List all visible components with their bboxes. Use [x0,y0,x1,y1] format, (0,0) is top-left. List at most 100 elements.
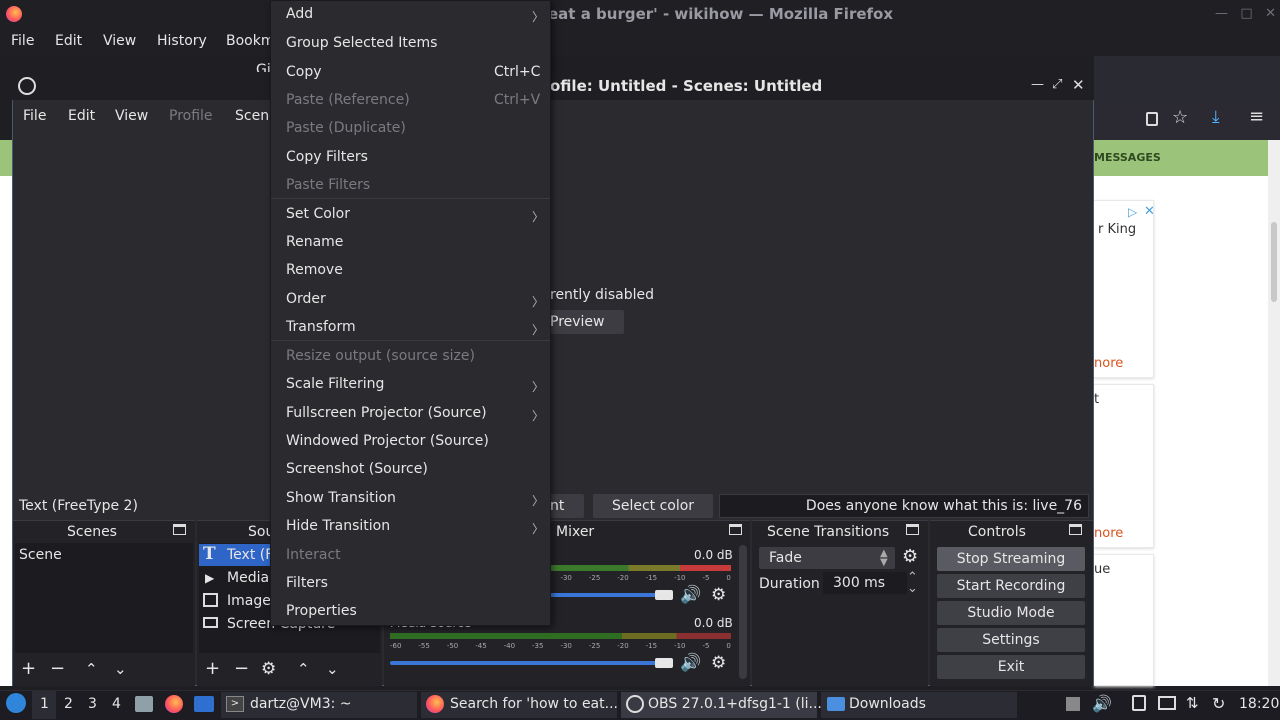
menu-item-scale-filtering[interactable]: Scale Filtering [286,376,384,392]
workspace-4[interactable]: 4 [112,696,121,712]
move-scene-down-icon[interactable]: ⌄ [114,660,127,678]
menu-item-add[interactable]: Add [286,6,313,22]
remove-source-button[interactable]: − [234,658,249,679]
ff-menu-history[interactable]: History [157,33,207,49]
menu-item-copy[interactable]: Copy [286,64,322,80]
obs-menu-edit[interactable]: Edit [68,108,95,124]
menu-item-resize-output[interactable]: Resize output (source size) [286,348,475,364]
source-properties-gear-icon[interactable]: ⚙ [261,659,276,679]
source-item-image[interactable]: Image [227,593,271,609]
stop-streaming-button[interactable]: Stop Streaming [937,547,1085,571]
firefox-launcher-icon[interactable] [165,695,183,713]
move-scene-up-icon[interactable]: ⌃ [85,660,98,678]
transition-select[interactable]: Fade [759,547,895,569]
menu-item-copy-filters[interactable]: Copy Filters [286,149,368,165]
menu-item-remove[interactable]: Remove [286,262,343,278]
start-recording-button[interactable]: Start Recording [937,574,1085,598]
select-color-button[interactable]: Select color [593,494,713,518]
minimize-icon[interactable]: — [1215,6,1228,21]
transition-properties-gear-icon[interactable]: ⚙ [902,546,918,567]
ff-menu-file[interactable]: File [11,33,34,49]
add-source-button[interactable]: + [205,658,220,679]
ff-menu-edit[interactable]: Edit [55,33,82,49]
display-icon[interactable] [1158,696,1176,710]
close-icon[interactable]: ✕ [1265,6,1276,21]
obs-menu-file[interactable]: File [23,108,46,124]
ad-close-icon[interactable]: ✕ [1144,204,1155,219]
reader-view-icon[interactable] [1146,112,1158,126]
tray-usb-icon[interactable] [1066,697,1080,711]
obs-menu-view[interactable]: View [115,108,148,124]
move-source-up-icon[interactable]: ⌃ [297,660,310,678]
volume-icon[interactable]: 🔊 [1092,694,1112,713]
desktop-launcher-icon[interactable] [194,696,214,712]
messages-label[interactable]: MESSAGES [1094,151,1161,164]
mixer-scrollbar[interactable] [739,545,747,679]
text-value-field[interactable]: Does anyone know what this is: live_76 [719,494,1089,518]
bookmark-star-icon[interactable]: ☆ [1172,107,1188,128]
folder-icon [827,697,845,711]
download-icon[interactable]: ⤓ [1212,107,1220,127]
track-1-gear-icon[interactable]: ⚙ [711,585,726,605]
enable-preview-button[interactable]: Preview [540,310,624,334]
transitions-float-icon[interactable] [906,524,919,535]
add-scene-button[interactable]: + [21,658,36,679]
ff-menu-view[interactable]: View [103,33,136,49]
mixer-float-icon[interactable] [729,524,742,535]
ff-menu-bookmarks[interactable]: Bookm [226,33,274,49]
file-manager-launcher-icon[interactable] [135,696,153,712]
exit-button[interactable]: Exit [937,655,1085,679]
menu-item-order[interactable]: Order [286,291,326,307]
menu-item-show-transition[interactable]: Show Transition [286,490,396,506]
menu-item-windowed-projector[interactable]: Windowed Projector (Source) [286,433,489,449]
read-more-link-2[interactable]: nore [1094,526,1123,541]
duration-spinbox[interactable]: 300 ms [823,572,907,594]
start-menu-icon[interactable] [6,693,26,713]
controls-float-icon[interactable] [1069,524,1082,535]
settings-button[interactable]: Settings [937,628,1085,652]
read-more-link-1[interactable]: nore [1094,356,1123,371]
studio-mode-button[interactable]: Studio Mode [937,601,1085,625]
speaker-icon[interactable]: 🔊 [680,585,701,605]
menu-item-set-color[interactable]: Set Color [286,206,350,222]
track-2-gear-icon[interactable]: ⚙ [711,653,726,673]
move-source-down-icon[interactable]: ⌄ [326,660,339,678]
menu-item-hide-transition[interactable]: Hide Transition [286,518,390,534]
remove-scene-button[interactable]: − [50,658,65,679]
source-item-media[interactable]: Media [227,570,269,586]
menu-item-fullscreen-projector[interactable]: Fullscreen Projector (Source) [286,405,487,421]
ad-choices-icon[interactable]: ▷ [1128,205,1137,219]
menu-item-filters[interactable]: Filters [286,575,328,591]
update-icon[interactable]: ↻ [1212,694,1225,713]
menu-item-paste-reference[interactable]: Paste (Reference) [286,92,410,108]
menu-item-screenshot[interactable]: Screenshot (Source) [286,461,428,477]
volume-slider-1-handle[interactable] [655,590,673,600]
obs-menu-profile[interactable]: Profile [169,108,213,124]
menu-item-interact[interactable]: Interact [286,547,341,563]
hamburger-menu-icon[interactable]: ≡ [1249,106,1264,127]
restore-icon[interactable]: □ [1240,6,1252,21]
network-icon[interactable]: ⇅ [1186,694,1199,712]
obs-maximize-icon[interactable]: ⤢ [1052,77,1062,92]
menu-item-properties[interactable]: Properties [286,603,357,619]
scene-item[interactable]: Scene [19,547,62,563]
obs-close-icon[interactable]: ✕ [1072,76,1085,94]
obs-minimize-icon[interactable]: — [1031,77,1044,92]
menu-item-transform[interactable]: Transform [286,319,356,335]
clipboard-icon[interactable] [1132,695,1146,711]
volume-slider-2-handle[interactable] [655,658,673,668]
source-item-text[interactable]: Text (F [227,547,273,563]
speaker-icon[interactable]: 🔊 [680,653,701,673]
workspace-2[interactable]: 2 [64,696,73,712]
menu-item-group-selected[interactable]: Group Selected Items [286,35,437,51]
spin-arrows-icon[interactable]: ⌃ ⌄ [907,571,918,595]
menu-item-paste-duplicate[interactable]: Paste (Duplicate) [286,120,406,136]
volume-slider-2[interactable] [390,661,670,665]
page-scrollbar-thumb[interactable] [1271,222,1277,302]
workspace-1[interactable]: 1 [40,696,49,712]
dock-float-icon[interactable] [173,524,186,535]
menu-item-rename[interactable]: Rename [286,234,343,250]
firefox-window-controls[interactable]: — □ ✕ [1215,6,1276,21]
workspace-3[interactable]: 3 [88,696,97,712]
menu-item-paste-filters[interactable]: Paste Filters [286,177,370,193]
